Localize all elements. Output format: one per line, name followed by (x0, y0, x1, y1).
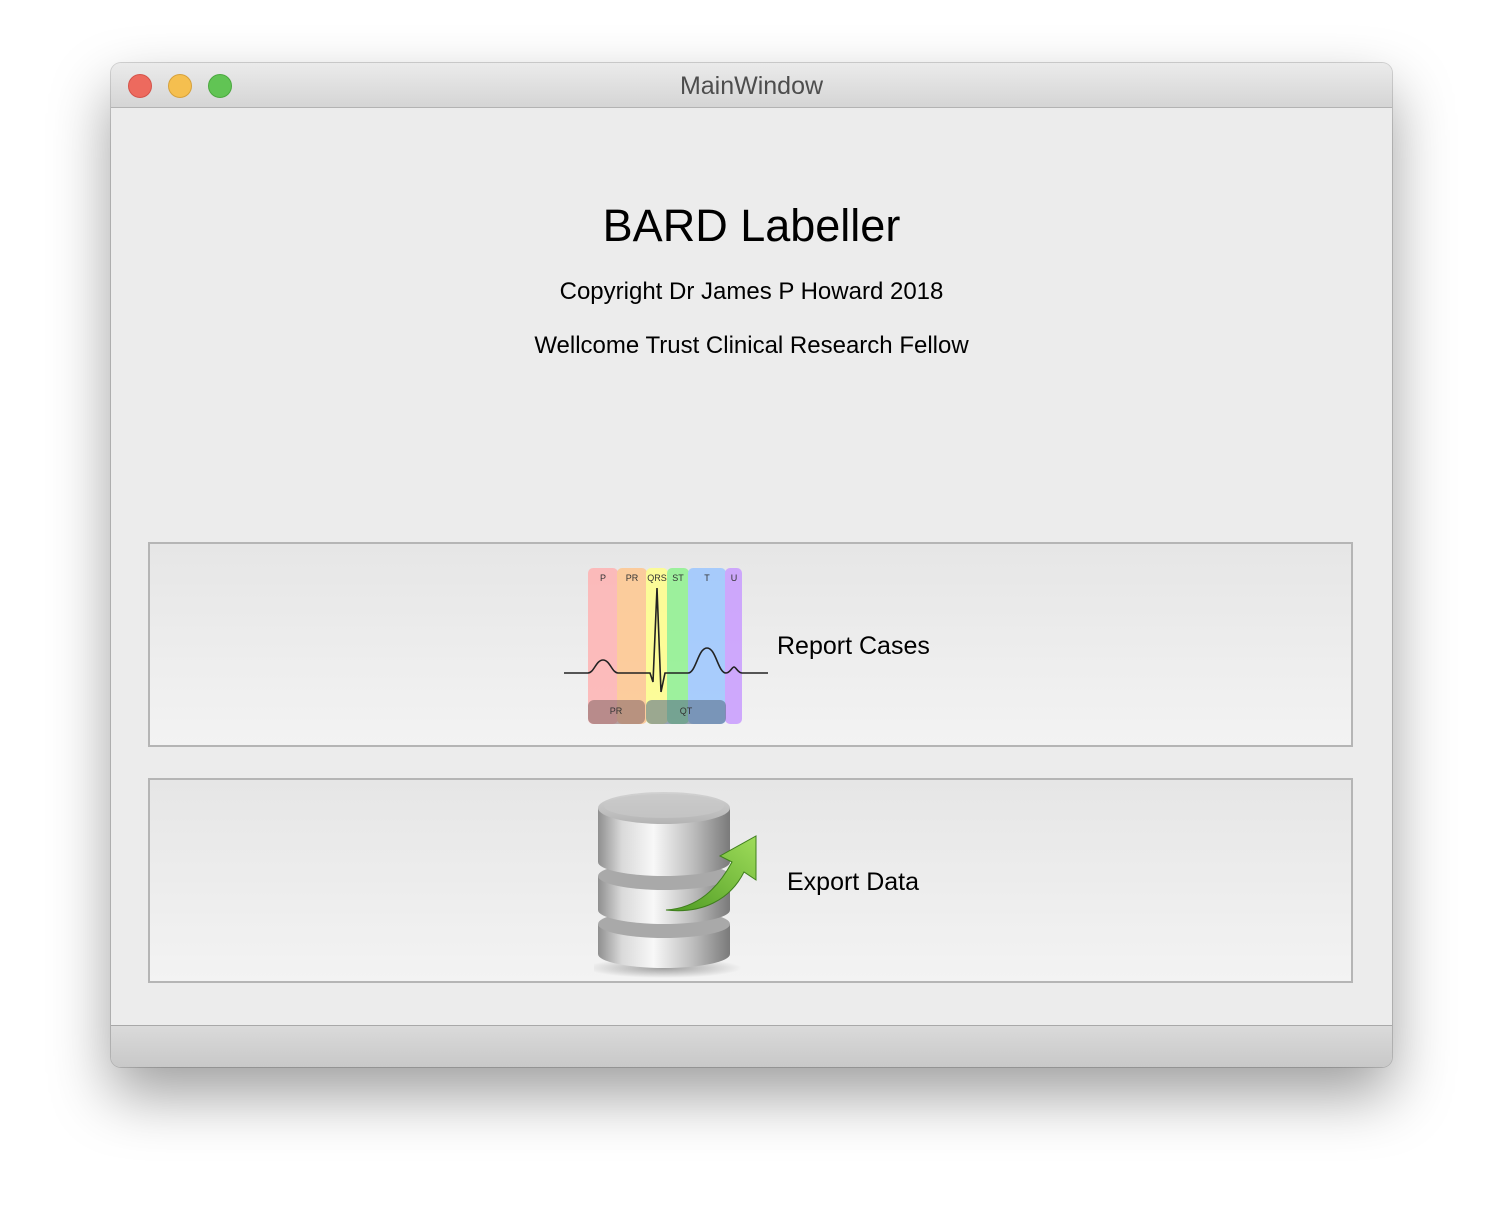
database-cylinder (598, 792, 730, 968)
ecg-band-u (725, 568, 742, 724)
ecg-waveform-icon: P PR QRS ST T U PR QT (564, 568, 768, 724)
export-data-label: Export Data (787, 868, 920, 896)
copyright-text: Copyright Dr James P Howard 2018 (559, 278, 944, 305)
export-data-button[interactable]: Export Data (148, 778, 1353, 983)
ecg-label-t: T (704, 573, 710, 583)
report-cases-button[interactable]: P PR QRS ST T U PR QT Report Cases (148, 542, 1353, 747)
ecg-label-qrs: QRS (647, 573, 667, 583)
subtitle-text: Wellcome Trust Clinical Research Fellow (534, 332, 969, 359)
main-window: MainWindow BARD Labeller Copyright Dr Ja… (111, 63, 1392, 1067)
main-content: BARD Labeller Copyright Dr James P Howar… (111, 108, 1392, 1025)
ecg-label-st: ST (672, 573, 684, 583)
ecg-label-u: U (731, 573, 738, 583)
ecg-label-qt-interval: QT (680, 706, 693, 716)
status-bar (111, 1025, 1392, 1067)
title-bar[interactable]: MainWindow (111, 63, 1392, 108)
app-title: BARD Labeller (602, 200, 901, 251)
ecg-label-pr: PR (626, 573, 639, 583)
report-cases-label: Report Cases (777, 632, 930, 660)
database-export-icon (594, 792, 757, 978)
window-title: MainWindow (679, 72, 824, 100)
ecg-label-p: P (600, 573, 606, 583)
ecg-label-pr-interval: PR (610, 706, 623, 716)
